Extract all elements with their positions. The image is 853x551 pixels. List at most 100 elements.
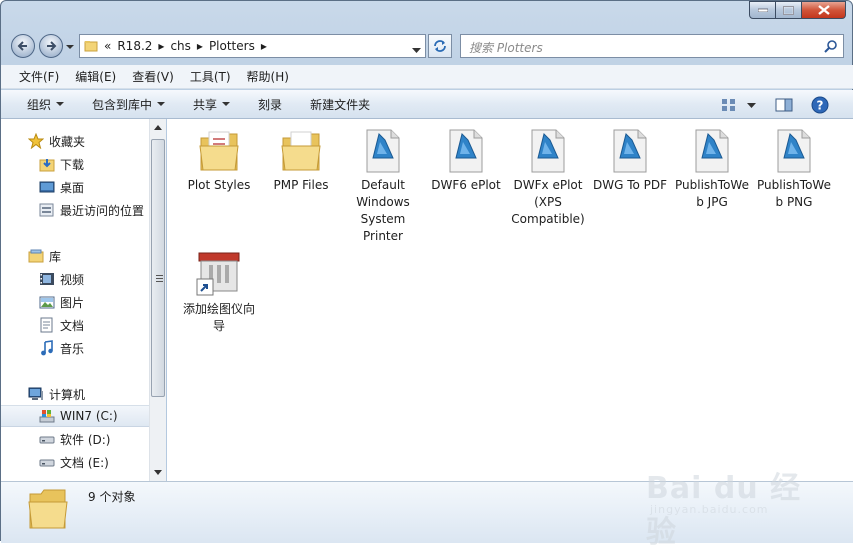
chevron-down-icon [56, 102, 65, 106]
help-button[interactable]: ? [808, 94, 832, 116]
maximize-button[interactable] [776, 1, 802, 19]
chevron-down-icon [747, 102, 756, 108]
refresh-icon [434, 40, 446, 52]
watermark-url: jingyan.baidu.com [650, 503, 769, 516]
file-list-view: Plot Styles PMP Files Default Windows Sy… [167, 119, 853, 481]
breadcrumb-plotters[interactable]: Plotters [209, 39, 255, 53]
file-item-default-windows-printer[interactable]: Default Windows System Printer [345, 127, 421, 245]
menu-file[interactable]: 文件(F) [11, 68, 67, 85]
nav-libraries[interactable]: 库 [1, 245, 149, 267]
nav-drive-e[interactable]: 文档 (E:) [1, 451, 149, 473]
menu-tools[interactable]: 工具(T) [182, 68, 239, 85]
breadcrumb-chs[interactable]: chs [170, 39, 190, 53]
change-view-button[interactable] [717, 94, 741, 116]
breadcrumb-separator-icon[interactable]: ▸ [261, 39, 267, 53]
search-icon[interactable] [824, 39, 838, 56]
menu-edit[interactable]: 编辑(E) [67, 68, 124, 85]
back-button[interactable] [11, 34, 35, 58]
file-label: PublishToWeb PNG [757, 178, 831, 209]
view-options-dropdown[interactable] [747, 98, 756, 112]
arrow-left-icon [17, 41, 27, 51]
navigation-pane: 收藏夹 下载 桌面 最近访问的位置 库 视频 图片 文档 音乐 计算机 WIN7… [1, 119, 149, 481]
item-count: 9 个对象 [88, 490, 136, 504]
desktop-icon [39, 179, 55, 195]
file-item-dwf6-eplot[interactable]: DWF6 ePlot [428, 127, 504, 194]
view-grid-icon [722, 98, 735, 111]
pc3-file-icon [359, 127, 407, 175]
nav-drive-d[interactable]: 软件 (D:) [1, 428, 149, 450]
drive-icon [39, 454, 55, 470]
menu-help[interactable]: 帮助(H) [239, 68, 297, 85]
view-controls: ? [713, 90, 853, 119]
library-icon [28, 248, 44, 264]
file-label: PMP Files [273, 178, 329, 192]
nav-favorites[interactable]: 收藏夹 [1, 130, 149, 152]
file-item-publishtoweb-jpg[interactable]: PublishToWeb JPG [674, 127, 750, 211]
breadcrumb-separator-icon[interactable]: ▸ [158, 39, 164, 53]
pc3-file-icon [688, 127, 736, 175]
recent-pages-button[interactable] [65, 41, 75, 51]
close-button[interactable] [802, 1, 846, 19]
plotter-shortcut-icon [195, 251, 243, 299]
breadcrumb-separator-icon[interactable]: ▸ [197, 39, 203, 53]
file-item-add-plotter-wizard[interactable]: 添加绘图仪向导 [181, 251, 257, 335]
nav-desktop[interactable]: 桌面 [1, 176, 149, 198]
explorer-window: « R18.2 ▸ chs ▸ Plotters ▸ 搜索 Plotters 文… [0, 0, 853, 550]
menu-view[interactable]: 查看(V) [124, 68, 182, 85]
breadcrumb-r18[interactable]: R18.2 [117, 39, 152, 53]
file-item-plot-styles[interactable]: Plot Styles [181, 127, 257, 194]
search-placeholder: 搜索 Plotters [469, 41, 543, 55]
arrow-right-icon [47, 41, 57, 51]
pc3-file-icon [770, 127, 818, 175]
nav-videos[interactable]: 视频 [1, 268, 149, 290]
search-box[interactable]: 搜索 Plotters [460, 34, 844, 58]
nav-recent-places[interactable]: 最近访问的位置 [1, 199, 149, 221]
file-label: Default Windows System Printer [356, 178, 410, 243]
chevron-down-icon [222, 102, 231, 106]
organize-button[interactable]: 组织 [17, 96, 74, 113]
file-label: Plot Styles [187, 178, 251, 192]
scroll-down-icon[interactable] [154, 470, 162, 475]
refresh-button[interactable] [428, 34, 452, 58]
file-item-dwg-to-pdf[interactable]: DWG To PDF [592, 127, 668, 194]
share-button[interactable]: 共享 [183, 96, 240, 113]
minimize-button[interactable] [749, 1, 776, 19]
chevron-down-icon [412, 48, 421, 53]
file-label: DWFx ePlot (XPS Compatible) [511, 178, 585, 226]
address-bar[interactable]: « R18.2 ▸ chs ▸ Plotters ▸ [79, 34, 426, 58]
preview-pane-button[interactable] [772, 94, 796, 116]
navigation-bar: « R18.2 ▸ chs ▸ Plotters ▸ 搜索 Plotters [1, 31, 853, 61]
menu-bar: 文件(F) 编辑(E) 查看(V) 工具(T) 帮助(H) [1, 65, 853, 89]
scroll-up-icon[interactable] [154, 125, 162, 130]
baidu-watermark: Bai du 经验 jingyan.baidu.com [646, 463, 806, 550]
video-icon [39, 271, 55, 287]
chevron-down-icon [157, 102, 166, 106]
file-item-publishtoweb-png[interactable]: PublishToWeb PNG [756, 127, 832, 211]
breadcrumb-overflow[interactable]: « [104, 39, 111, 53]
scroll-thumb[interactable] [151, 139, 165, 397]
close-icon [817, 5, 830, 15]
nav-downloads[interactable]: 下载 [1, 153, 149, 175]
recent-places-icon [39, 202, 55, 218]
burn-button[interactable]: 刻录 [248, 96, 292, 113]
command-bar: 组织 包含到库中 共享 刻录 新建文件夹 ? [1, 90, 853, 119]
file-item-pmp-files[interactable]: PMP Files [263, 127, 339, 194]
file-item-dwfx-eplot[interactable]: DWFx ePlot (XPS Compatible) [510, 127, 586, 228]
document-icon [39, 317, 55, 333]
address-history-dropdown[interactable] [412, 43, 421, 57]
pc3-file-icon [524, 127, 572, 175]
file-label: DWF6 ePlot [431, 178, 501, 192]
new-folder-button[interactable]: 新建文件夹 [300, 96, 380, 113]
nav-computer[interactable]: 计算机 [1, 383, 149, 405]
navigation-pane-scrollbar[interactable] [149, 119, 166, 481]
svg-text:?: ? [817, 98, 824, 112]
forward-button[interactable] [39, 34, 63, 58]
nav-music[interactable]: 音乐 [1, 337, 149, 359]
nav-pictures[interactable]: 图片 [1, 291, 149, 313]
nav-drive-c[interactable]: WIN7 (C:) [1, 405, 149, 427]
system-drive-icon [39, 408, 55, 424]
folder-icon [195, 127, 243, 175]
nav-documents[interactable]: 文档 [1, 314, 149, 336]
include-in-library-button[interactable]: 包含到库中 [82, 96, 175, 113]
preview-pane-icon [775, 98, 793, 111]
